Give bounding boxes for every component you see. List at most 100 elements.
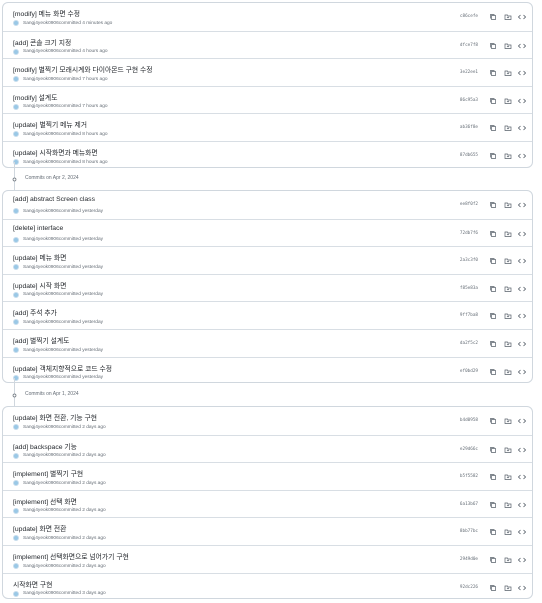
commit-sha-link[interactable]: 9ff7ba8 — [460, 313, 478, 318]
commit-title-link[interactable]: 시작화면 구현 — [13, 579, 52, 589]
commit-sha-link[interactable]: ab36f8e — [460, 125, 478, 130]
browse-files-icon[interactable] — [503, 416, 513, 426]
browse-files-icon[interactable] — [503, 68, 513, 78]
commit-sha-link[interactable]: ee8f0f2 — [460, 202, 478, 207]
commit-title-link[interactable]: [update] 시작 화면 — [13, 280, 66, 290]
browse-files-icon[interactable] — [503, 311, 513, 321]
commit-author-link[interactable]: Sangj4yeok0906 — [23, 481, 59, 486]
code-icon[interactable] — [517, 527, 527, 537]
avatar[interactable] — [13, 236, 19, 243]
commit-author-link[interactable]: Sangj4yeok0906 — [23, 320, 59, 325]
browse-files-icon[interactable] — [503, 527, 513, 537]
avatar[interactable] — [13, 319, 19, 326]
commit-sha-link[interactable]: 92dc226 — [460, 585, 478, 590]
browse-files-icon[interactable] — [503, 41, 513, 51]
commit-sha-link[interactable]: 3e22ee1 — [460, 70, 478, 75]
copy-icon[interactable] — [488, 583, 498, 593]
code-icon[interactable] — [517, 151, 527, 161]
commit-sha-link[interactable]: da2f5c2 — [460, 341, 478, 346]
commit-sha-link[interactable]: 86c95a3 — [460, 98, 478, 103]
commit-title-link[interactable]: [modify] 설계도 — [13, 92, 57, 102]
code-icon[interactable] — [517, 500, 527, 510]
commit-title-link[interactable]: [implement] 별찍기 구현 — [13, 468, 83, 478]
commit-sha-link[interactable]: 72db7f6 — [460, 231, 478, 236]
avatar[interactable] — [13, 291, 19, 298]
commit-author-link[interactable]: Sangj4yeok0906 — [23, 104, 59, 109]
commit-author-link[interactable]: Sangj4yeok0906 — [23, 77, 59, 82]
avatar[interactable] — [13, 103, 19, 110]
commit-sha-link[interactable]: 8bb77bc — [460, 529, 478, 534]
commit-sha-link[interactable]: ef0bd29 — [460, 369, 478, 374]
browse-files-icon[interactable] — [503, 151, 513, 161]
commit-author-link[interactable]: Sangj4yeok0906 — [23, 132, 59, 137]
code-icon[interactable] — [517, 311, 527, 321]
commit-author-link[interactable]: Sangj4yeok0906 — [23, 237, 59, 242]
commit-title-link[interactable]: [update] 별찍기 메뉴 제거 — [13, 119, 87, 129]
code-icon[interactable] — [517, 41, 527, 51]
copy-icon[interactable] — [488, 500, 498, 510]
commit-sha-link[interactable]: c86cefe — [460, 14, 478, 19]
copy-icon[interactable] — [488, 200, 498, 210]
browse-files-icon[interactable] — [503, 12, 513, 22]
code-icon[interactable] — [517, 256, 527, 266]
commit-author-link[interactable]: Sangj4yeok0906 — [23, 536, 59, 541]
avatar[interactable] — [13, 347, 19, 353]
commit-title-link[interactable]: [modify] 메뉴 화면 수정 — [13, 8, 80, 18]
commit-sha-link[interactable]: b5f5582 — [460, 474, 478, 479]
avatar[interactable] — [13, 20, 19, 26]
commit-title-link[interactable]: [update] 화면 전환, 기능 구현 — [13, 412, 97, 422]
copy-icon[interactable] — [488, 12, 498, 22]
browse-files-icon[interactable] — [503, 229, 513, 239]
code-icon[interactable] — [517, 200, 527, 210]
code-icon[interactable] — [517, 96, 527, 106]
browse-files-icon[interactable] — [503, 96, 513, 106]
commit-sha-link[interactable]: 2949d0e — [460, 557, 478, 562]
code-icon[interactable] — [517, 123, 527, 133]
copy-icon[interactable] — [488, 41, 498, 51]
avatar[interactable] — [13, 48, 19, 55]
avatar[interactable] — [13, 424, 19, 430]
commit-author-link[interactable]: Sangj4yeok0906 — [23, 453, 59, 458]
browse-files-icon[interactable] — [503, 500, 513, 510]
copy-icon[interactable] — [488, 284, 498, 294]
browse-files-icon[interactable] — [503, 472, 513, 482]
commit-sha-link[interactable]: 2a3c3f0 — [460, 258, 478, 263]
commit-author-link[interactable]: Sangj4yeok0906 — [23, 49, 59, 54]
browse-files-icon[interactable] — [503, 256, 513, 266]
code-icon[interactable] — [517, 555, 527, 565]
code-icon[interactable] — [517, 472, 527, 482]
commit-title-link[interactable]: [update] 객체지향적으로 코드 수정 — [13, 363, 112, 373]
browse-files-icon[interactable] — [503, 123, 513, 133]
copy-icon[interactable] — [488, 367, 498, 377]
avatar[interactable] — [13, 563, 19, 569]
browse-files-icon[interactable] — [503, 583, 513, 593]
code-icon[interactable] — [517, 367, 527, 377]
commit-title-link[interactable]: [update] 화면 전환 — [13, 523, 66, 533]
copy-icon[interactable] — [488, 123, 498, 133]
commit-title-link[interactable]: [add] backspace 기능 — [13, 441, 77, 451]
commit-sha-link[interactable]: 6a13b67 — [460, 502, 478, 507]
code-icon[interactable] — [517, 229, 527, 239]
copy-icon[interactable] — [488, 445, 498, 455]
avatar[interactable] — [13, 131, 19, 138]
commit-sha-link[interactable]: 87db655 — [460, 153, 478, 158]
browse-files-icon[interactable] — [503, 555, 513, 565]
commit-sha-link[interactable]: e29d66c — [460, 447, 478, 452]
browse-files-icon[interactable] — [503, 284, 513, 294]
avatar[interactable] — [13, 590, 19, 597]
copy-icon[interactable] — [488, 339, 498, 349]
avatar[interactable] — [13, 480, 19, 487]
commit-title-link[interactable]: [update] 메뉴 화면 — [13, 252, 66, 262]
commit-author-link[interactable]: Sangj4yeok0906 — [23, 160, 59, 165]
commit-author-link[interactable]: Sangj4yeok0906 — [23, 348, 59, 353]
commit-title-link[interactable]: [update] 시작화면과 메뉴화면 — [13, 147, 98, 157]
commit-author-link[interactable]: Sangj4yeok0906 — [23, 209, 59, 214]
copy-icon[interactable] — [488, 527, 498, 537]
copy-icon[interactable] — [488, 68, 498, 78]
commit-title-link[interactable]: [delete] interface — [13, 225, 63, 232]
commit-title-link[interactable]: [implement] 선택 화면 — [13, 496, 77, 506]
copy-icon[interactable] — [488, 256, 498, 266]
code-icon[interactable] — [517, 12, 527, 22]
copy-icon[interactable] — [488, 472, 498, 482]
browse-files-icon[interactable] — [503, 339, 513, 349]
